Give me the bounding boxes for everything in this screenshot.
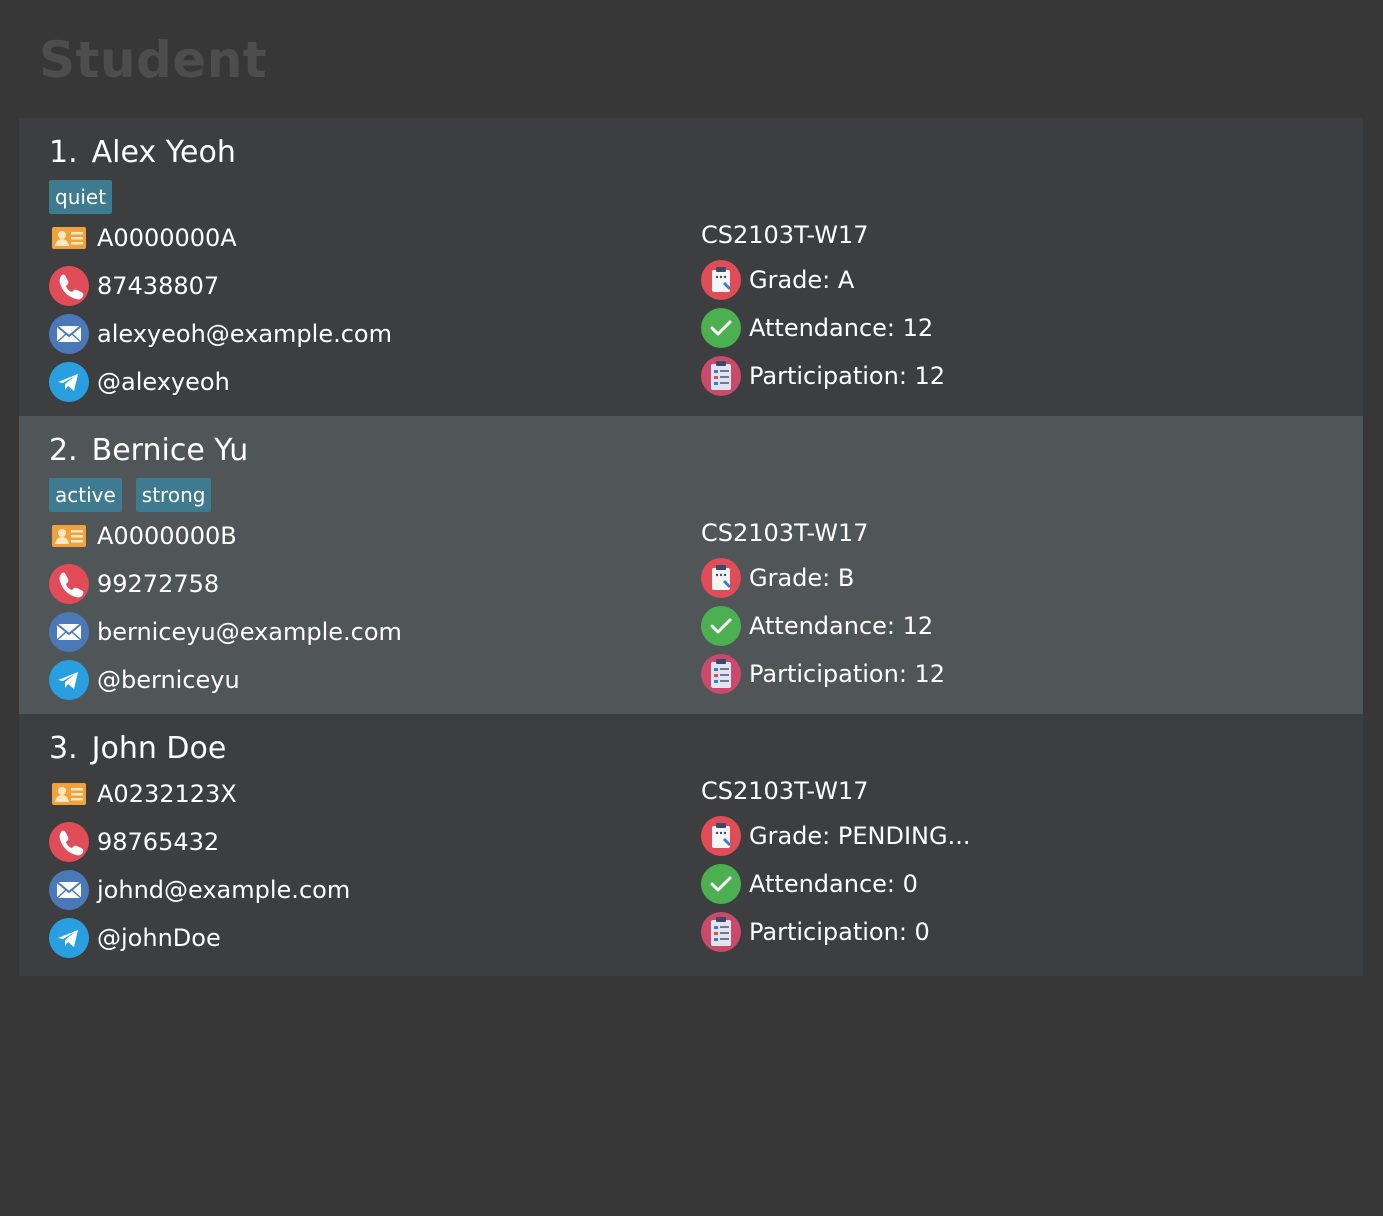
participation-row: Participation: 12	[701, 654, 945, 694]
tag-badge: quiet	[49, 180, 113, 214]
student-name-text: Alex Yeoh	[91, 135, 236, 170]
telegram-icon	[49, 362, 89, 402]
grade-clipboard-icon	[701, 558, 741, 598]
participation-text: Participation: 12	[749, 362, 946, 390]
attendance-check-icon	[701, 308, 741, 348]
participation-list-icon	[701, 356, 741, 396]
id-card-icon	[49, 218, 89, 258]
email-icon	[49, 870, 89, 910]
telegram-handle: @alexyeoh	[97, 368, 230, 396]
phone-number-row: 98765432	[49, 822, 219, 862]
telegram-handle-row: @alexyeoh	[49, 362, 230, 402]
student-id-row: A0000000A	[49, 218, 237, 258]
student-index: 2.	[49, 433, 78, 468]
grade-clipboard-icon	[701, 816, 741, 856]
student-card[interactable]: 2. Bernice Yu active strong A0000000B 9927275…	[19, 416, 1363, 714]
student-id: A0232123X	[97, 780, 237, 808]
participation-text: Participation: 12	[749, 660, 946, 688]
participation-row: Participation: 0	[701, 912, 930, 952]
student-index: 1.	[49, 135, 78, 170]
attendance-check-icon	[701, 864, 741, 904]
tutorial-group: CS2103T-W17	[701, 777, 869, 805]
student-id: A0000000A	[97, 224, 237, 252]
telegram-handle: @johnDoe	[97, 924, 221, 952]
attendance-row: Attendance: 0	[701, 864, 918, 904]
student-name-text: John Doe	[91, 731, 227, 766]
student-id: A0000000B	[97, 522, 237, 550]
tag-badge: strong	[135, 478, 212, 512]
student-name: 2. Bernice Yu	[49, 432, 248, 470]
panel-title: Student	[39, 31, 268, 89]
participation-list-icon	[701, 654, 741, 694]
email-address-row: johnd@example.com	[49, 870, 350, 910]
tutorial-group: CS2103T-W17	[701, 519, 869, 547]
student-card[interactable]: 3. John Doe A0232123X 98765432 johnd@example…	[19, 714, 1363, 976]
email-address: johnd@example.com	[97, 876, 351, 904]
grade-text: Grade: A	[749, 266, 855, 294]
tag-list: active strong	[49, 478, 212, 512]
student-list[interactable]: 1. Alex Yeoh quiet A0000000A 87438807 alexyeo…	[19, 118, 1363, 976]
grade-text: Grade: PENDING...	[749, 822, 971, 850]
participation-row: Participation: 12	[701, 356, 945, 396]
tag-list: quiet	[49, 180, 113, 214]
phone-number: 99272758	[97, 570, 220, 598]
grade-row: Grade: A	[701, 260, 854, 300]
telegram-handle-row: @berniceyu	[49, 660, 240, 700]
telegram-icon	[49, 918, 89, 958]
phone-number: 87438807	[97, 272, 220, 300]
email-address-row: alexyeoh@example.com	[49, 314, 392, 354]
student-name-text: Bernice Yu	[91, 433, 249, 468]
student-index: 3.	[49, 731, 78, 766]
student-card[interactable]: 1. Alex Yeoh quiet A0000000A 87438807 alexyeo…	[19, 118, 1363, 416]
id-card-icon	[49, 516, 89, 556]
grade-clipboard-icon	[701, 260, 741, 300]
email-address-row: berniceyu@example.com	[49, 612, 402, 652]
phone-number-row: 87438807	[49, 266, 219, 306]
telegram-handle: @berniceyu	[97, 666, 240, 694]
attendance-text: Attendance: 12	[749, 612, 934, 640]
student-id-row: A0000000B	[49, 516, 237, 556]
student-id-row: A0232123X	[49, 774, 237, 814]
attendance-text: Attendance: 12	[749, 314, 934, 342]
participation-text: Participation: 0	[749, 918, 930, 946]
attendance-check-icon	[701, 606, 741, 646]
telegram-icon	[49, 660, 89, 700]
phone-icon	[49, 564, 89, 604]
attendance-row: Attendance: 12	[701, 308, 933, 348]
phone-number: 98765432	[97, 828, 220, 856]
phone-icon	[49, 266, 89, 306]
grade-row: Grade: PENDING...	[701, 816, 970, 856]
student-name: 1. Alex Yeoh	[49, 134, 236, 172]
id-card-icon	[49, 774, 89, 814]
grade-row: Grade: B	[701, 558, 854, 598]
participation-list-icon	[701, 912, 741, 952]
phone-icon	[49, 822, 89, 862]
tutorial-group: CS2103T-W17	[701, 221, 869, 249]
attendance-text: Attendance: 0	[749, 870, 918, 898]
email-address: alexyeoh@example.com	[97, 320, 392, 348]
telegram-handle-row: @johnDoe	[49, 918, 221, 958]
email-address: berniceyu@example.com	[97, 618, 402, 646]
email-icon	[49, 612, 89, 652]
phone-number-row: 99272758	[49, 564, 219, 604]
email-icon	[49, 314, 89, 354]
tag-badge: active	[49, 478, 122, 512]
student-name: 3. John Doe	[49, 730, 226, 768]
grade-text: Grade: B	[749, 564, 855, 592]
student-panel: Student 1. Alex Yeoh quiet A0000000A 8743880…	[0, 0, 1383, 1216]
attendance-row: Attendance: 12	[701, 606, 933, 646]
